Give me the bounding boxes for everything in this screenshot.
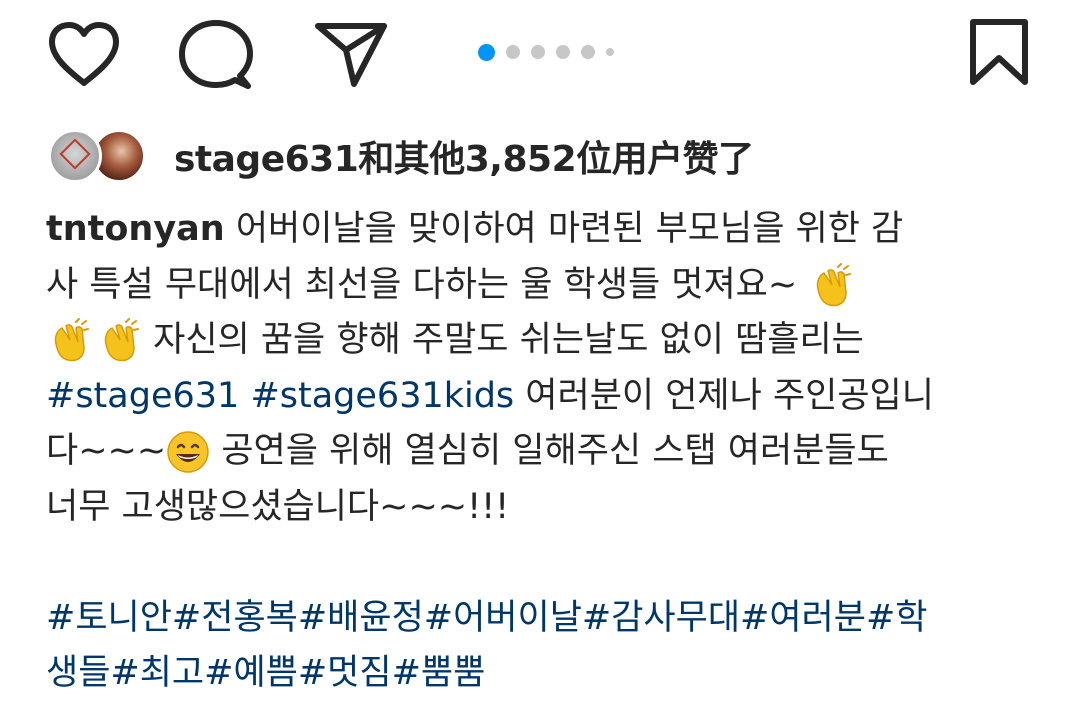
caption-text: 사 특설 무대에서 최선을 다하는 울 학생들 멋져요~ [46, 264, 809, 305]
hashtag-line[interactable]: #토니안#전홍복#배윤정#어버이날#감사무대#여러분#학 [46, 591, 1036, 647]
carousel-dot [478, 43, 495, 61]
save-button[interactable] [966, 16, 1032, 88]
comment-icon [179, 20, 253, 89]
clapping-hands-icon [808, 262, 854, 309]
caption-text: 어버이날을 맞이하여 마련된 부모님을 위한 감 [224, 209, 904, 249]
hashtag-list[interactable]: 생들#최고#예쁨#멋짐#뿜뿜 [46, 653, 485, 693]
carousel-dot [531, 45, 545, 59]
hashtag-link[interactable]: #stage631 [46, 376, 239, 416]
likes-count-text[interactable]: stage631和其他3,852位用户赞了 [174, 130, 754, 182]
avatar[interactable] [48, 129, 102, 183]
likes-summary[interactable]: stage631和其他3,852位用户赞了 [48, 126, 754, 186]
caption-line: 사 특설 무대에서 최선을 다하는 울 학생들 멋져요~ [46, 258, 1036, 314]
caption-line: 자신의 꿈을 향해 주말도 쉬는날도 없이 땀흘리는 [46, 313, 1036, 369]
grinning-face-icon [166, 430, 210, 474]
caption-line: 너무 고생많으셨습니다~~~!!! [46, 480, 1036, 536]
hashtag-list[interactable]: #토니안#전홍복#배윤정#어버이날#감사무대#여러분#학 [46, 598, 928, 638]
clapping-hands-icon [96, 318, 142, 364]
clapping-hands-icon [46, 318, 92, 364]
carousel-dot [506, 45, 520, 59]
carousel-dot [581, 45, 595, 59]
hashtag-line[interactable]: 생들#최고#예쁨#멋짐#뿜뿜 [46, 646, 1036, 702]
post-action-bar [0, 0, 1080, 110]
post-caption: tntonyan 어버이날을 맞이하여 마련된 부모님을 위한 감 사 특설 무… [46, 202, 1036, 702]
caption-line: 다~~~ 공연을 위해 열심히 일해주신 스탭 여러분들도 [46, 424, 1036, 480]
heart-icon [49, 22, 119, 86]
like-button[interactable] [46, 20, 122, 88]
caption-username[interactable]: tntonyan [46, 209, 225, 249]
caption-text: 공연을 위해 열심히 일해주신 스탭 여러분들도 [210, 431, 889, 471]
caption-text: 여러분이 언제나 주인공입니 [514, 375, 934, 416]
carousel-indicator [478, 42, 614, 62]
carousel-dot [556, 45, 570, 59]
caption-text: 너무 고생많으셨습니다~~~!!! [46, 486, 510, 527]
caption-text: 자신의 꿈을 향해 주말도 쉬는날도 없이 땀흘리는 [142, 320, 864, 360]
caption-line: tntonyan 어버이날을 맞이하여 마련된 부모님을 위한 감 [46, 202, 1036, 258]
paper-plane-icon [315, 23, 387, 87]
stage631-logo-icon [59, 138, 91, 170]
caption-line: #stage631 #stage631kids 여러분이 언제나 주인공입니 [46, 369, 1036, 425]
bookmark-icon [970, 19, 1028, 85]
carousel-dot [606, 48, 614, 56]
comment-button[interactable] [178, 18, 254, 92]
caption-text: 다~~~ [46, 431, 167, 471]
liker-avatars[interactable] [48, 126, 148, 186]
hashtag-link[interactable]: #stage631kids [250, 376, 514, 416]
share-button[interactable] [312, 20, 390, 88]
